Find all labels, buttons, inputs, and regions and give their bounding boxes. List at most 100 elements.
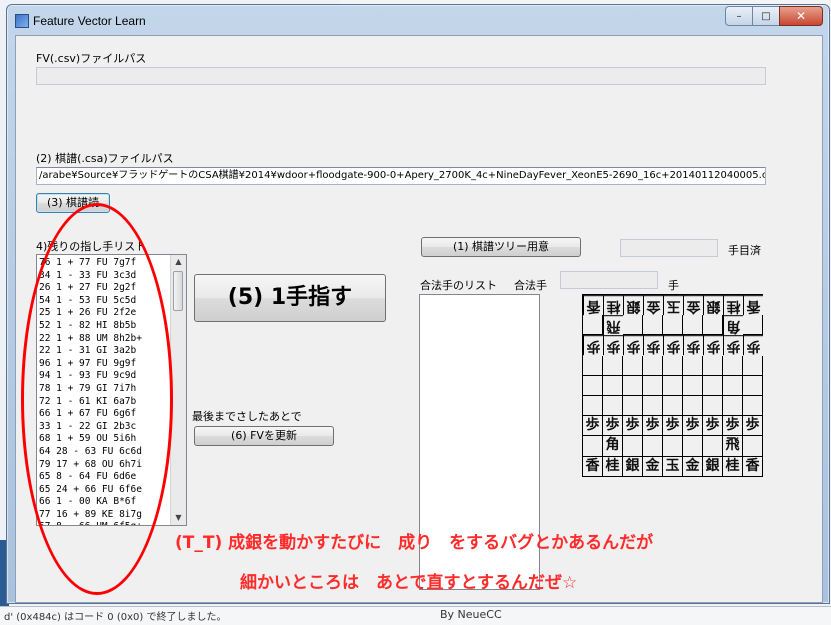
board-cell[interactable]: [683, 436, 703, 457]
title-bar[interactable]: Feature Vector Learn – □ ✕: [7, 5, 829, 35]
board-cell[interactable]: [583, 436, 603, 457]
board-cell[interactable]: 歩: [683, 335, 703, 356]
board-cell[interactable]: [683, 395, 703, 417]
board-cell[interactable]: [663, 395, 683, 417]
scroll-down-arrow-icon[interactable]: ▼: [173, 512, 184, 524]
board-cell[interactable]: 歩: [643, 335, 663, 356]
app-icon: [15, 14, 29, 28]
board-cell[interactable]: [643, 375, 663, 396]
board-cell[interactable]: [583, 315, 603, 336]
board-cell[interactable]: 銀: [703, 456, 723, 477]
board-cell[interactable]: [683, 355, 703, 376]
board-cell[interactable]: 金: [643, 456, 663, 477]
moves-done-input[interactable]: [620, 239, 718, 257]
red-circle-annotation: [21, 203, 173, 595]
board-cell[interactable]: 歩: [703, 335, 723, 356]
board-cell[interactable]: [663, 355, 683, 376]
board-cell[interactable]: 角: [723, 315, 743, 336]
board-cell[interactable]: [623, 355, 643, 376]
shogi-board: 香桂銀金玉金銀桂香飛角歩歩歩歩歩歩歩歩歩歩歩歩歩歩歩歩歩歩角飛香桂銀金玉金銀桂香: [582, 294, 763, 477]
board-cell[interactable]: [623, 436, 643, 457]
board-cell[interactable]: 歩: [623, 335, 643, 356]
board-cell[interactable]: [723, 355, 743, 376]
board-cell[interactable]: 歩: [643, 416, 663, 437]
board-cell[interactable]: [743, 315, 763, 336]
board-cell[interactable]: 金: [643, 295, 663, 316]
board-cell[interactable]: [583, 395, 603, 417]
kifu-path-input[interactable]: /arabe¥Source¥フラッドゲートのCSA棋譜¥2014¥wdoor+f…: [36, 167, 766, 185]
board-cell[interactable]: [703, 436, 723, 457]
board-cell[interactable]: 歩: [663, 335, 683, 356]
board-cell[interactable]: 歩: [723, 335, 743, 356]
scroll-thumb[interactable]: [173, 271, 183, 311]
board-cell[interactable]: 桂: [603, 456, 623, 477]
board-cell[interactable]: 歩: [663, 416, 683, 437]
board-cell[interactable]: 玉: [663, 456, 683, 477]
board-cell[interactable]: 歩: [583, 335, 603, 356]
board-cell[interactable]: 銀: [623, 456, 643, 477]
board-cell[interactable]: [743, 355, 763, 376]
board-cell[interactable]: [623, 315, 643, 336]
prepare-tree-button[interactable]: (1) 棋譜ツリー用意: [421, 237, 581, 257]
board-cell[interactable]: [703, 375, 723, 396]
board-cell[interactable]: [683, 375, 703, 396]
board-cell[interactable]: [583, 355, 603, 376]
board-cell[interactable]: 桂: [603, 295, 623, 316]
board-cell[interactable]: 歩: [723, 416, 743, 437]
board-cell[interactable]: 桂: [723, 295, 743, 316]
board-cell[interactable]: 飛: [603, 315, 623, 336]
board-cell[interactable]: 飛: [723, 436, 743, 457]
board-cell[interactable]: 金: [683, 456, 703, 477]
board-cell[interactable]: [663, 436, 683, 457]
board-cell[interactable]: 銀: [623, 295, 643, 316]
minimize-button[interactable]: –: [725, 6, 753, 26]
board-cell[interactable]: 角: [603, 436, 623, 457]
board-cell[interactable]: [643, 436, 663, 457]
play-one-move-button[interactable]: (5) 1手指す: [194, 274, 386, 322]
board-cell[interactable]: 歩: [703, 416, 723, 437]
legal-moves-list-label: 合法手のリスト: [420, 279, 497, 292]
board-cell[interactable]: 桂: [723, 456, 743, 477]
kifu-path-label: (2) 棋譜(.csa)ファイルパス: [36, 152, 174, 165]
board-cell[interactable]: [723, 375, 743, 396]
scroll-up-arrow-icon[interactable]: ▲: [173, 256, 184, 268]
board-cell[interactable]: [743, 395, 763, 417]
board-cell[interactable]: [703, 315, 723, 336]
board-cell[interactable]: [723, 395, 743, 417]
board-cell[interactable]: [623, 375, 643, 396]
update-fv-button[interactable]: (6) FVを更新: [194, 426, 334, 446]
board-cell[interactable]: [663, 315, 683, 336]
board-cell[interactable]: 歩: [623, 416, 643, 437]
board-cell[interactable]: 歩: [603, 416, 623, 437]
board-cell[interactable]: 歩: [743, 416, 763, 437]
board-cell[interactable]: 歩: [683, 416, 703, 437]
board-cell[interactable]: [643, 395, 663, 417]
board-cell[interactable]: [583, 375, 603, 396]
close-button[interactable]: ✕: [779, 6, 823, 26]
board-cell[interactable]: [663, 375, 683, 396]
board-cell[interactable]: [683, 315, 703, 336]
board-cell[interactable]: [643, 355, 663, 376]
board-cell[interactable]: [743, 436, 763, 457]
board-cell[interactable]: 香: [583, 295, 603, 316]
board-cell[interactable]: [743, 375, 763, 396]
board-cell[interactable]: [603, 355, 623, 376]
board-cell[interactable]: [623, 395, 643, 417]
board-cell[interactable]: [643, 315, 663, 336]
board-cell[interactable]: 歩: [583, 416, 603, 437]
board-cell[interactable]: 金: [683, 295, 703, 316]
board-cell[interactable]: [603, 375, 623, 396]
board-cell[interactable]: [703, 355, 723, 376]
board-cell[interactable]: 玉: [663, 295, 683, 316]
board-cell[interactable]: [703, 395, 723, 417]
board-cell[interactable]: 歩: [743, 335, 763, 356]
board-cell[interactable]: 歩: [603, 335, 623, 356]
maximize-button[interactable]: □: [752, 6, 780, 26]
board-cell[interactable]: 銀: [703, 295, 723, 316]
fv-path-input[interactable]: [36, 67, 766, 85]
board-cell[interactable]: 香: [743, 456, 763, 477]
board-cell[interactable]: [603, 395, 623, 417]
board-cell[interactable]: 香: [743, 295, 763, 316]
board-cell[interactable]: 香: [583, 456, 603, 477]
legal-move-input[interactable]: [560, 271, 658, 289]
